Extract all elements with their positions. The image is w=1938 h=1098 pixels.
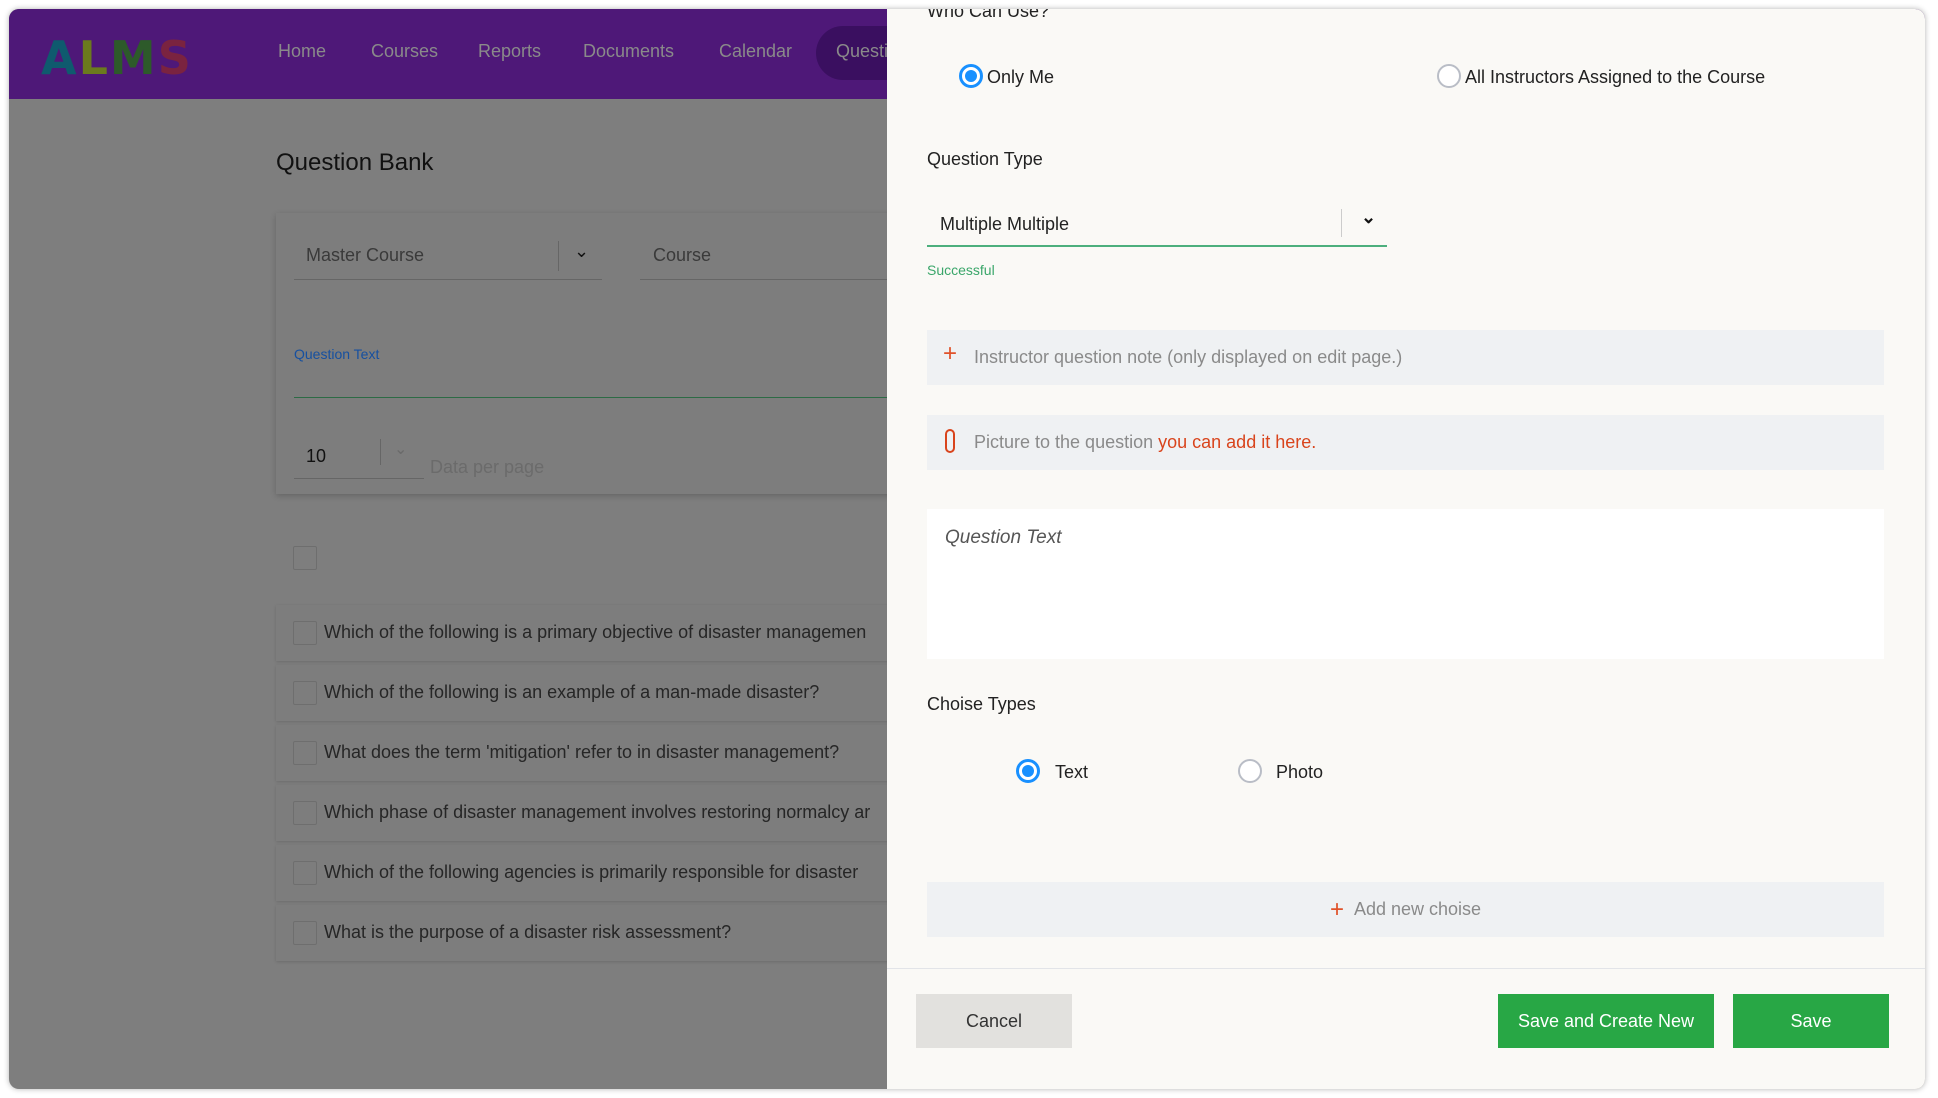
- question-row[interactable]: Which of the following agencies is prima…: [276, 845, 976, 901]
- master-course-select[interactable]: Master Course ⌄: [294, 233, 602, 280]
- add-picture-link[interactable]: you can add it here.: [1158, 432, 1316, 452]
- nav-home[interactable]: Home: [278, 41, 326, 62]
- radio-photo-label[interactable]: Photo: [1276, 762, 1323, 783]
- plus-icon: +: [1329, 895, 1344, 923]
- per-page-label: Data per page: [430, 457, 545, 477]
- row-checkbox[interactable]: [293, 861, 317, 885]
- radio-all-instructors[interactable]: [1437, 64, 1461, 88]
- instructor-note-toggle[interactable]: + Instructor question note (only display…: [927, 330, 1884, 385]
- question-text: Which of the following agencies is prima…: [324, 862, 859, 882]
- question-form-panel: Who Can Use? Only Me All Instructors Ass…: [887, 9, 1925, 1089]
- radio-text[interactable]: [1016, 759, 1040, 783]
- question-text-label: Question Text: [294, 346, 380, 362]
- add-choice-button[interactable]: + Add new choise: [927, 882, 1884, 937]
- question-text: Which of the following is an example of …: [324, 682, 820, 702]
- logo[interactable]: ALMS: [41, 31, 193, 85]
- plus-icon: +: [943, 340, 958, 367]
- question-row[interactable]: What is the purpose of a disaster risk a…: [276, 905, 976, 961]
- radio-text-label[interactable]: Text: [1055, 762, 1088, 783]
- chevron-down-icon: ⌄: [1361, 207, 1377, 227]
- question-row[interactable]: What does the term 'mitigation' refer to…: [276, 725, 976, 781]
- cancel-button[interactable]: Cancel: [916, 994, 1072, 1048]
- picture-text: Picture to the question you can add it h…: [974, 432, 1317, 452]
- row-checkbox[interactable]: [293, 921, 317, 945]
- question-row[interactable]: Which of the following is an example of …: [276, 665, 976, 721]
- save-and-create-new-button[interactable]: Save and Create New: [1498, 994, 1714, 1048]
- row-checkbox[interactable]: [293, 801, 317, 825]
- question-row[interactable]: Which of the following is a primary obje…: [276, 605, 976, 661]
- chevron-down-icon: ⌄: [574, 241, 590, 261]
- question-text-editor[interactable]: Question Text: [927, 509, 1884, 659]
- note-text: Instructor question note (only displayed…: [974, 347, 1403, 367]
- question-type-value: Multiple Multiple: [940, 214, 1070, 234]
- radio-photo[interactable]: [1238, 759, 1262, 783]
- status-text: Successful: [927, 262, 995, 278]
- row-checkbox[interactable]: [293, 741, 317, 765]
- master-course-label: Master Course: [306, 245, 425, 265]
- radio-only-me-label[interactable]: Only Me: [987, 67, 1054, 88]
- who-can-use-label: Who Can Use?: [927, 9, 1050, 21]
- radio-all-instructors-label[interactable]: All Instructors Assigned to the Course: [1465, 67, 1765, 88]
- nav-reports[interactable]: Reports: [478, 41, 541, 62]
- question-type-label: Question Type: [927, 149, 1043, 169]
- per-page-value: 10: [306, 446, 327, 466]
- row-checkbox[interactable]: [293, 621, 317, 645]
- course-label: Course: [653, 245, 712, 265]
- picture-upload: Picture to the question you can add it h…: [927, 415, 1884, 470]
- filter-card: Master Course ⌄ Course Question Text 10 …: [276, 213, 984, 494]
- radio-only-me[interactable]: [959, 64, 983, 88]
- paperclip-icon: [945, 429, 955, 453]
- page-title: Question Bank: [276, 149, 434, 176]
- question-text-input[interactable]: [294, 397, 984, 398]
- question-row[interactable]: Which phase of disaster management invol…: [276, 785, 976, 841]
- choice-types-label: Choise Types: [927, 694, 1036, 714]
- row-checkbox[interactable]: [293, 681, 317, 705]
- question-text: Which phase of disaster management invol…: [324, 802, 871, 822]
- select-all-checkbox[interactable]: [293, 546, 317, 570]
- nav-documents[interactable]: Documents: [583, 41, 674, 62]
- save-button[interactable]: Save: [1733, 994, 1889, 1048]
- per-page-select[interactable]: 10 ⌄: [294, 433, 424, 479]
- nav-questions-label: Questi: [836, 41, 889, 61]
- question-text-placeholder: Question Text: [945, 527, 1062, 548]
- question-text: What is the purpose of a disaster risk a…: [324, 922, 732, 942]
- question-type-select[interactable]: Multiple Multiple ⌄: [927, 207, 1387, 247]
- divider: [887, 968, 1925, 969]
- nav-calendar[interactable]: Calendar: [719, 41, 792, 62]
- nav-courses[interactable]: Courses: [371, 41, 438, 62]
- add-choice-label: Add new choise: [1353, 899, 1482, 919]
- question-text: What does the term 'mitigation' refer to…: [324, 742, 840, 762]
- chevron-down-icon: ⌄: [394, 441, 408, 458]
- app-window: ALMS Home Courses Reports Documents Cale…: [9, 9, 1925, 1089]
- question-text: Which of the following is a primary obje…: [324, 622, 867, 642]
